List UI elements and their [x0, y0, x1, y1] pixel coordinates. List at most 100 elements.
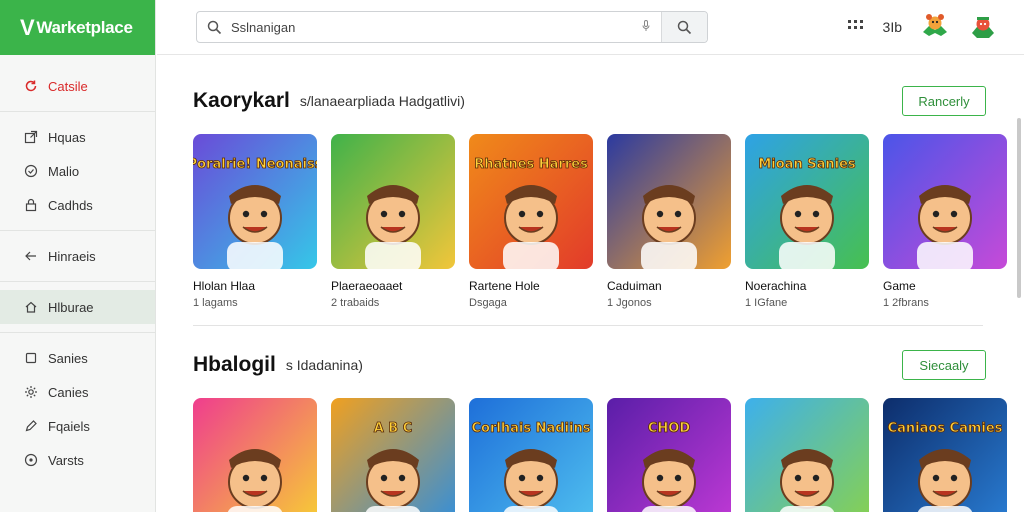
game-card[interactable]: [193, 398, 317, 512]
sidebar-item-fqaiels[interactable]: Fqaiels: [0, 409, 155, 443]
game-art-image: A B C: [331, 398, 455, 512]
logo-mark: V: [20, 14, 35, 40]
scrollbar[interactable]: [1017, 118, 1021, 298]
game-art-image: [745, 398, 869, 512]
game-title[interactable]: Noerachina: [745, 279, 869, 293]
sidebar-item-label: Sanies: [48, 350, 88, 366]
game-thumbnail[interactable]: Corlhais Nadiins: [469, 398, 593, 512]
sidebar-item-hquas[interactable]: Hquas: [0, 120, 155, 154]
game-art-title: Corlhais Nadiins: [472, 421, 591, 436]
sidebar-item-sanies[interactable]: Sanies: [0, 341, 155, 375]
arrow-left-icon: [23, 248, 39, 264]
logo[interactable]: V Warketplace: [0, 0, 155, 55]
external-link-icon: [23, 129, 39, 145]
sidebar-item-varsts[interactable]: Varsts: [0, 443, 155, 477]
game-thumbnail[interactable]: [607, 134, 731, 269]
game-art-image: Mioan Sanies: [745, 134, 869, 269]
game-thumbnail[interactable]: Rhatnes Harres: [469, 134, 593, 269]
game-card[interactable]: Corlhais Nadiins: [469, 398, 593, 512]
game-thumbnail[interactable]: A B C: [331, 398, 455, 512]
game-thumbnail[interactable]: CHOD: [607, 398, 731, 512]
search-input[interactable]: [231, 19, 631, 35]
sidebar-nav: Catsile Hquas Malio Cadhds Hinraeis Hlbu…: [0, 69, 155, 477]
game-thumbnail[interactable]: Poralrie! Neonaiss: [193, 134, 317, 269]
game-card[interactable]: Plaeraeoaaet 2 trabaids: [331, 134, 455, 309]
gear-icon: [23, 384, 39, 400]
game-card[interactable]: Game 1 2fbrans: [883, 134, 1007, 309]
sidebar-item-hinraeis[interactable]: Hinraeis: [0, 239, 155, 273]
sidebar-item-label: Catsile: [48, 78, 88, 94]
circle-dot-icon: [23, 452, 39, 468]
top-bar-actions: 3Ib: [847, 12, 998, 42]
pen-icon: [23, 418, 39, 434]
game-card[interactable]: Caniaos Camies: [883, 398, 1007, 512]
game-card[interactable]: Rhatnes Harres Rartene Hole Dsgaga: [469, 134, 593, 309]
sidebar-divider: [0, 230, 155, 231]
game-title[interactable]: Game: [883, 279, 1007, 293]
game-card[interactable]: Poralrie! Neonaiss Hlolan Hlaa 1 lagams: [193, 134, 317, 309]
game-thumbnail[interactable]: Mioan Sanies: [745, 134, 869, 269]
square-icon: [23, 350, 39, 366]
section-title: Kaorykarl: [193, 89, 290, 112]
game-thumbnail[interactable]: [883, 134, 1007, 269]
sidebar: V Warketplace Catsile Hquas Malio Cadhds…: [0, 0, 156, 512]
sidebar-item-malio[interactable]: Malio: [0, 154, 155, 188]
character-avatar-icon: [972, 17, 994, 38]
app-window: V Warketplace Catsile Hquas Malio Cadhds…: [0, 0, 1024, 512]
game-card[interactable]: CHOD: [607, 398, 731, 512]
game-card[interactable]: Mioan Sanies Noerachina 1 IGfane: [745, 134, 869, 309]
section-featured: Kaorykarl s/lanaearpliada Hadgatlivi) Ra…: [193, 81, 1007, 309]
game-art-image: Caniaos Camies: [883, 398, 1007, 512]
game-thumbnail[interactable]: [331, 134, 455, 269]
game-art-image: [193, 398, 317, 512]
apps-grid-icon[interactable]: [847, 18, 865, 37]
game-meta: Dsgaga: [469, 297, 507, 309]
game-thumbnail[interactable]: [193, 398, 317, 512]
sidebar-divider: [0, 332, 155, 333]
game-title[interactable]: Rartene Hole: [469, 279, 593, 293]
sidebar-divider: [0, 111, 155, 112]
game-art-title: A B C: [374, 421, 413, 436]
game-art-title: Caniaos Camies: [888, 421, 1003, 436]
sidebar-divider: [0, 281, 155, 282]
sidebar-item-catsile[interactable]: Catsile: [0, 69, 155, 103]
section-subtitle: s/lanaearpliada Hadgatlivi): [299, 93, 465, 109]
game-meta: 2 trabaids: [331, 297, 380, 309]
avatar[interactable]: [920, 12, 950, 42]
game-meta: 1 2fbrans: [883, 297, 929, 309]
notification-count[interactable]: 3Ib: [883, 19, 902, 35]
logo-text: Warketplace: [36, 17, 133, 37]
game-title[interactable]: Caduiman: [607, 279, 731, 293]
avatar[interactable]: [968, 12, 998, 42]
search-button[interactable]: [661, 12, 707, 42]
game-card[interactable]: A B C: [331, 398, 455, 512]
game-art-title: CHOD: [648, 421, 690, 436]
game-art-image: CHOD: [607, 398, 731, 512]
section-subtitle: s Idadanina): [285, 357, 363, 373]
game-art-image: [607, 134, 731, 269]
search-icon: [677, 20, 692, 34]
section-action-button[interactable]: Rancerly: [902, 86, 986, 116]
sidebar-item-label: Varsts: [48, 452, 84, 468]
sidebar-item-label: Fqaiels: [48, 418, 90, 434]
game-card[interactable]: Caduiman 1 Jgonos: [607, 134, 731, 309]
game-title[interactable]: Hlolan Hlaa: [193, 279, 317, 293]
sidebar-item-cadhds[interactable]: Cadhds: [0, 188, 155, 222]
main-content: Kaorykarl s/lanaearpliada Hadgatlivi) Ra…: [157, 56, 1024, 512]
game-thumbnail[interactable]: Caniaos Camies: [883, 398, 1007, 512]
game-meta: 1 IGfane: [745, 297, 788, 309]
card-row: Poralrie! Neonaiss Hlolan Hlaa 1 lagams Pla…: [193, 134, 1007, 309]
microphone-icon[interactable]: [631, 19, 661, 35]
game-art-image: Rhatnes Harres: [469, 134, 593, 269]
game-thumbnail[interactable]: [745, 398, 869, 512]
section-title: Hbalogil: [193, 353, 276, 376]
lock-icon: [23, 197, 39, 213]
game-card[interactable]: [745, 398, 869, 512]
sidebar-item-label: Cadhds: [48, 197, 93, 213]
game-title[interactable]: Plaeraeoaaet: [331, 279, 455, 293]
section-action-button[interactable]: Siecaaly: [902, 350, 986, 380]
card-row: A B C Corlhais Nadiins CHOD Caniaos Camies: [193, 398, 1007, 512]
sidebar-item-canies[interactable]: Canies: [0, 375, 155, 409]
sidebar-item-hlburae[interactable]: Hlburae: [0, 290, 155, 324]
game-art-title: Rhatnes Harres: [474, 157, 588, 172]
